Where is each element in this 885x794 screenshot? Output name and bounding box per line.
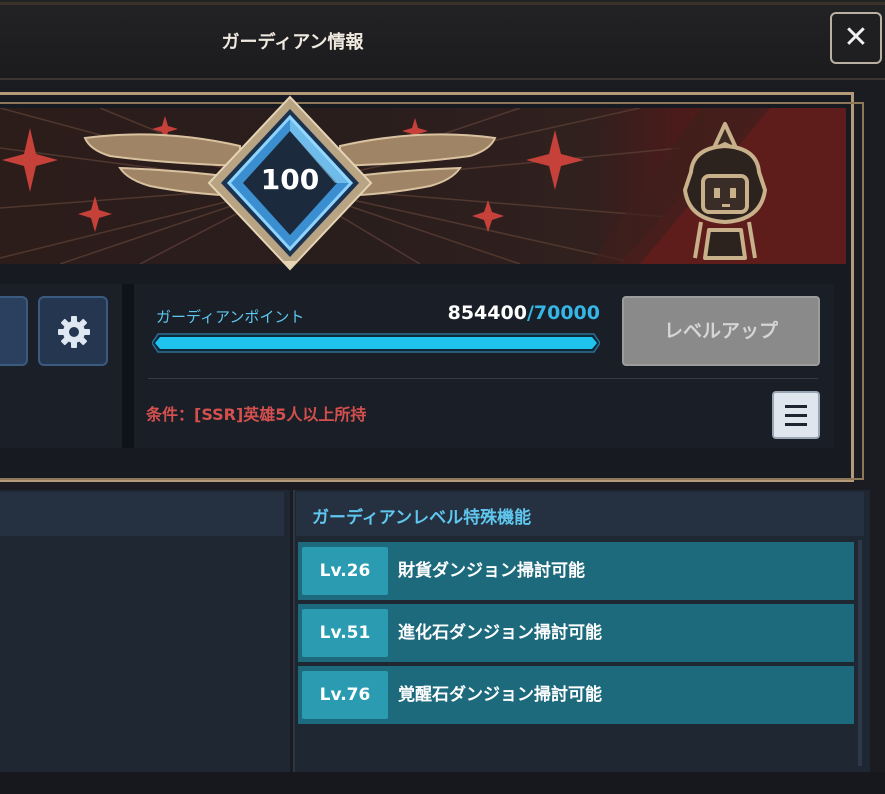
guardian-points-max: 70000	[533, 302, 600, 324]
menu-icon-line	[785, 414, 807, 417]
header-top-line	[0, 2, 885, 5]
close-button[interactable]: ✕	[830, 12, 882, 64]
feature-description: 財貨ダンジョン掃討可能	[398, 561, 585, 581]
left-info-header	[0, 492, 284, 536]
feature-description: 進化石ダンジョン掃討可能	[398, 623, 602, 643]
bottom-strip	[0, 772, 885, 794]
window-title: ガーディアン情報	[221, 32, 364, 53]
features-scrollbar[interactable]	[858, 540, 862, 766]
partial-left-button[interactable]	[0, 296, 28, 366]
guardian-points-value: 854400/70000	[380, 302, 600, 324]
level-up-button[interactable]: レベルアップ	[622, 296, 820, 366]
special-features-title: ガーディアンレベル特殊機能	[312, 508, 532, 528]
points-divider	[148, 378, 818, 379]
feature-row: Lv.26 財貨ダンジョン掃討可能	[298, 542, 854, 600]
guardian-level-value: 100	[260, 163, 320, 196]
feature-level-badge: Lv.51	[302, 609, 388, 657]
guardian-points-progress-bar	[152, 333, 600, 353]
guardian-points-label: ガーディアンポイント	[156, 308, 305, 326]
feature-level-badge: Lv.76	[302, 671, 388, 719]
feature-description: 覚醒石ダンジョン掃討可能	[398, 685, 602, 705]
gear-icon	[58, 316, 90, 348]
feature-row: Lv.76 覚醒石ダンジョン掃討可能	[298, 666, 854, 724]
close-icon: ✕	[843, 20, 869, 55]
window-header: ガーディアン情報	[0, 0, 885, 80]
level-up-condition: 条件：[SSR]英雄5人以上所持	[146, 405, 367, 424]
feature-row: Lv.51 進化石ダンジョン掃討可能	[298, 604, 854, 662]
menu-icon-line	[785, 423, 807, 426]
guardian-points-separator: /	[526, 302, 534, 324]
feature-level-badge: Lv.26	[302, 547, 388, 595]
menu-button[interactable]	[772, 391, 820, 439]
guardian-points-progress-fill	[155, 337, 597, 349]
guardian-mascot-icon	[683, 122, 767, 260]
menu-icon	[785, 405, 807, 408]
guardian-points-current: 854400	[447, 302, 527, 324]
settings-button[interactable]	[38, 296, 108, 366]
